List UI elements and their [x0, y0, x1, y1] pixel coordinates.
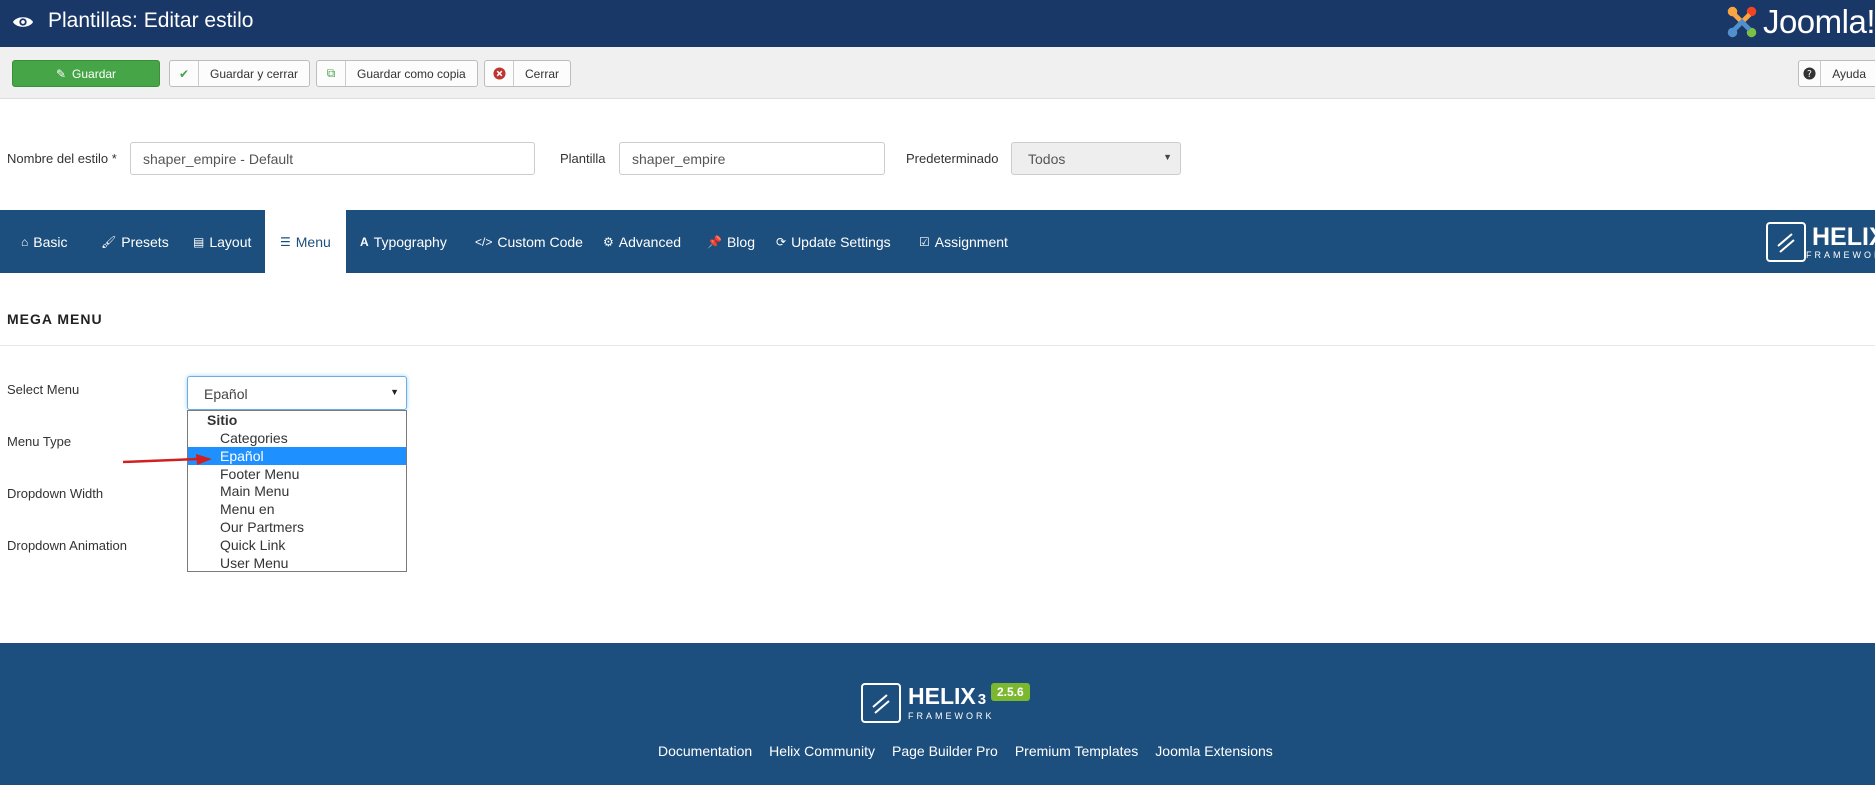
save-and-close-button[interactable]: ✔ Guardar y cerrar — [169, 60, 311, 87]
footer-helix-sub: FRAMEWORK — [908, 711, 995, 721]
footer-links: Documentation Helix Community Page Build… — [658, 743, 1290, 759]
tab-blog[interactable]: 📌 Blog — [707, 210, 755, 273]
option-quick-link[interactable]: Quick Link — [188, 536, 406, 554]
list-icon: ☰ — [280, 234, 291, 249]
eye-icon — [12, 17, 34, 27]
tab-layout[interactable]: ▤ Layout — [193, 210, 251, 273]
save-as-copy-button[interactable]: ⧉ Guardar como copia — [316, 60, 478, 87]
tab-advanced[interactable]: ⚙ Advanced — [603, 210, 681, 273]
default-label: Predeterminado — [906, 151, 999, 166]
style-name-input[interactable]: shaper_empire - Default — [130, 142, 535, 175]
save-button[interactable]: ✎ Guardar — [12, 60, 160, 87]
helix-mark-icon — [1766, 222, 1806, 262]
home-icon: ⌂ — [21, 234, 29, 249]
helix-tab-bar: ⌂ Basic 🖌 Presets ▤ Layout ☰ Menu A Typograph… — [0, 210, 1875, 273]
footer-helix-num: 3 — [977, 691, 987, 708]
caret-down-icon: ▼ — [1163, 152, 1172, 162]
helix-mark-icon — [861, 683, 901, 723]
refresh-icon: ⟳ — [776, 234, 787, 249]
tab-assignment[interactable]: ☑ Assignment — [919, 210, 1008, 273]
close-button[interactable]: Cerrar — [484, 60, 572, 87]
question-icon: ? — [1799, 61, 1822, 86]
tab-custom-code[interactable]: </> Custom Code — [475, 210, 583, 273]
footer: HELIX 3 FRAMEWORK 2.5.6 Documentation Hel… — [0, 643, 1875, 785]
option-main-menu[interactable]: Main Menu — [188, 482, 406, 500]
code-icon: </> — [475, 234, 493, 249]
template-input[interactable]: shaper_empire — [619, 142, 885, 175]
close-circle-icon — [485, 61, 514, 86]
gear-icon: ⚙ — [603, 234, 614, 249]
tab-update-settings[interactable]: ⟳ Update Settings — [776, 210, 891, 273]
style-name-label: Nombre del estilo * — [7, 151, 117, 166]
footer-link-helix-community[interactable]: Helix Community — [769, 743, 875, 759]
pin-icon: 📌 — [707, 234, 722, 249]
select-menu-label: Select Menu — [7, 382, 80, 397]
edit-icon: ✎ — [55, 66, 67, 81]
page-title: Plantillas: Editar estilo — [48, 9, 254, 32]
helix-sub: FRAMEWORK — [1806, 249, 1875, 260]
checkbox-icon: ☑ — [919, 234, 930, 249]
joomla-logo-icon — [1727, 6, 1757, 38]
version-badge: 2.5.6 — [991, 683, 1030, 701]
select-menu-options: Sitio Categories Epañol Footer Menu Main… — [187, 410, 407, 572]
option-categories[interactable]: Categories — [188, 429, 406, 447]
footer-link-joomla-extensions[interactable]: Joomla Extensions — [1155, 743, 1273, 759]
helix-name: HELIX — [1812, 222, 1875, 251]
brush-icon: 🖌 — [101, 234, 117, 249]
copy-icon: ⧉ — [317, 61, 346, 86]
footer-link-premium-templates[interactable]: Premium Templates — [1015, 743, 1138, 759]
tab-typography[interactable]: A Typography — [360, 210, 447, 273]
template-label: Plantilla — [560, 151, 606, 166]
divider — [0, 345, 1875, 346]
caret-down-icon: ▼ — [390, 387, 399, 397]
helix-logo: HELIX FRAMEWORK — [1766, 222, 1875, 262]
section-title: MEGA MENU — [7, 311, 103, 327]
option-user-menu[interactable]: User Menu — [188, 554, 406, 572]
footer-helix-name: HELIX — [908, 683, 976, 709]
tab-menu[interactable]: ☰ Menu — [265, 210, 346, 273]
select-menu-value: Epañol — [204, 386, 248, 402]
footer-helix-logo: HELIX 3 FRAMEWORK — [861, 683, 995, 723]
check-icon: ✔ — [170, 61, 199, 86]
svg-text:?: ? — [1807, 69, 1812, 80]
tab-basic[interactable]: ⌂ Basic — [21, 210, 67, 273]
joomla-brand-text: Joomla! — [1762, 3, 1875, 40]
default-select[interactable]: Todos ▼ — [1011, 142, 1181, 175]
footer-link-page-builder-pro[interactable]: Page Builder Pro — [892, 743, 998, 759]
option-our-partmers[interactable]: Our Partmers — [188, 518, 406, 536]
option-footer-menu[interactable]: Footer Menu — [188, 465, 406, 483]
option-group-label: Sitio — [207, 412, 238, 428]
red-arrow-annotation — [122, 454, 212, 465]
option-menu-en[interactable]: Menu en — [188, 500, 406, 518]
toolbar: ✎ Guardar ✔ Guardar y cerrar ⧉ Guardar c… — [0, 47, 1875, 99]
dropdown-animation-label: Dropdown Animation — [7, 538, 127, 553]
font-icon: A — [360, 234, 369, 249]
footer-link-documentation[interactable]: Documentation — [658, 743, 752, 759]
tab-presets[interactable]: 🖌 Presets — [101, 210, 169, 273]
menu-type-label: Menu Type — [7, 434, 72, 449]
help-button[interactable]: ? Ayuda — [1798, 60, 1875, 87]
option-espanol[interactable]: Epañol — [188, 446, 406, 465]
layout-icon: ▤ — [193, 234, 205, 249]
dropdown-width-label: Dropdown Width — [7, 486, 104, 501]
select-menu-dropdown[interactable]: Epañol ▼ — [187, 376, 407, 410]
default-select-value: Todos — [1028, 151, 1066, 167]
app-header: Plantillas: Editar estilo Joomla! — [0, 0, 1875, 47]
joomla-logo[interactable]: Joomla! — [1723, 2, 1875, 42]
